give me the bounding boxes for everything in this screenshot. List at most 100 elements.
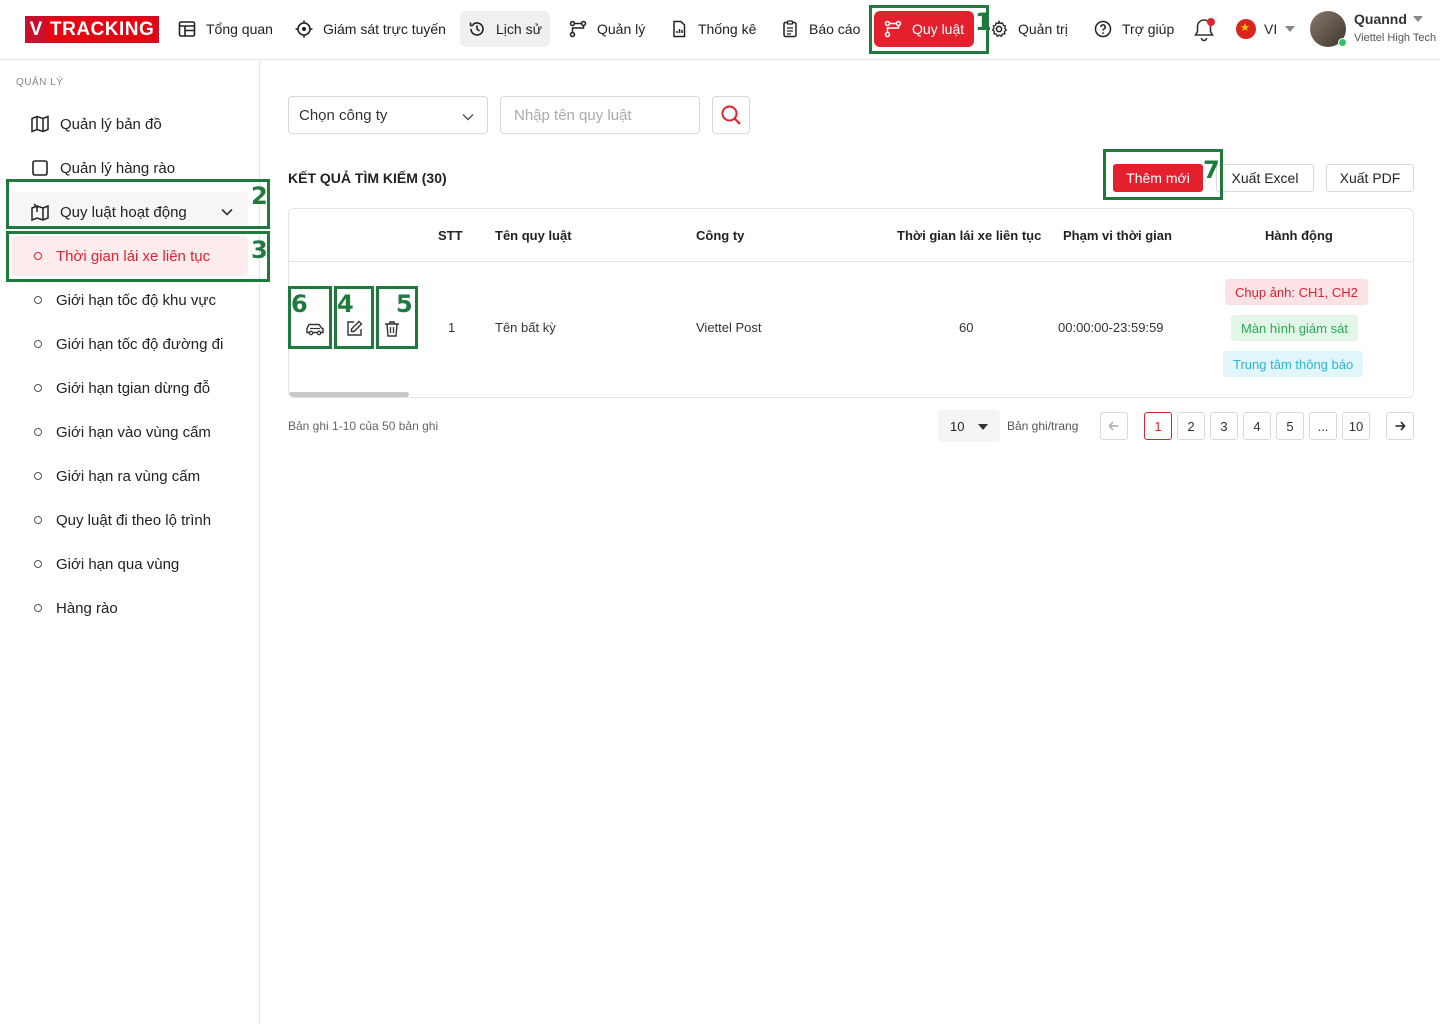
nav-thong-ke[interactable]: Thống kê: [662, 11, 764, 47]
sidebar-item-quan-ly-ban-do[interactable]: Quản lý bản đồ: [12, 104, 248, 144]
sidebar-sub-item[interactable]: Quy luật đi theo lộ trình: [12, 500, 248, 540]
chart-file-icon: [673, 20, 686, 38]
sidebar-sub-item[interactable]: Giới hạn qua vùng: [12, 544, 248, 584]
annotation-number-6: 6: [291, 290, 308, 318]
bullet-icon: [34, 384, 42, 392]
sidebar-sub-item[interactable]: Giới hạn ra vùng cấm: [12, 456, 248, 496]
rule-name-input[interactable]: [500, 96, 700, 134]
user-name: Quannd: [1354, 11, 1407, 27]
user-menu[interactable]: Quannd Viettel High Tech: [1310, 11, 1436, 47]
annotation-number-7: 7: [1203, 156, 1220, 184]
nav-tong-quan[interactable]: Tổng quan: [170, 11, 281, 47]
nav-lich-su[interactable]: Lịch sử: [460, 11, 550, 47]
page-button-5[interactable]: 5: [1276, 412, 1304, 440]
annotation-number-3: 3: [251, 236, 268, 264]
sidebar-sub-item[interactable]: Giới hạn tốc độ khu vực: [12, 280, 248, 320]
bullet-icon: [34, 252, 42, 260]
search-button[interactable]: [712, 96, 750, 134]
nav-tro-giup[interactable]: Trợ giúp: [1086, 11, 1182, 47]
dashboard-icon: [178, 21, 196, 37]
sidebar-sub-item[interactable]: Giới hạn tốc độ đường đi: [12, 324, 248, 364]
rules-table: STT Tên quy luật Công ty Thời gian lái x…: [288, 208, 1414, 398]
column-header-pham-vi-thoi-gian: Phạm vi thời gian: [1063, 228, 1172, 243]
chevron-down-icon: [1412, 16, 1423, 22]
action-tag-man-hinh: Màn hình giám sát: [1231, 315, 1358, 341]
chevron-down-icon: [462, 113, 474, 121]
page-button-1[interactable]: 1: [1144, 412, 1172, 440]
page-button-2[interactable]: 2: [1177, 412, 1205, 440]
page-button-10[interactable]: 10: [1342, 412, 1370, 440]
column-header-stt: STT: [438, 228, 463, 243]
vehicle-icon[interactable]: [305, 319, 325, 339]
cell-continuous-time: 60: [959, 320, 974, 335]
route-icon: [884, 20, 902, 38]
column-header-thoi-gian-lai-xe: Thời gian lái xe liên tục: [897, 228, 1042, 243]
nav-bao-cao[interactable]: Báo cáo: [773, 11, 868, 47]
map-icon: [31, 115, 49, 133]
nav-giam-sat[interactable]: Giám sát trực tuyến: [287, 11, 454, 47]
gear-icon: [991, 20, 1008, 38]
annotation-number-1: 1: [975, 8, 992, 36]
annotation-number-5: 5: [396, 290, 413, 318]
clipboard-icon: [783, 20, 797, 38]
export-excel-button[interactable]: Xuất Excel: [1216, 164, 1314, 192]
pagination-info: Bản ghi 1-10 của 50 bản ghi: [288, 419, 439, 433]
notification-bell-icon[interactable]: [1192, 17, 1216, 43]
add-new-button[interactable]: Thêm mới: [1113, 164, 1203, 192]
annotation-number-4: 4: [337, 290, 354, 318]
per-page-select[interactable]: 10: [938, 410, 1000, 442]
per-page-label: Bản ghi/trang: [1007, 419, 1079, 433]
action-tag-trung-tam: Trung tâm thông báo: [1223, 351, 1364, 377]
bullet-icon: [34, 296, 42, 304]
sidebar-sub-item[interactable]: Hàng rào: [12, 588, 248, 628]
sidebar: QUẢN LÝ Quản lý bản đồ Quản lý hàng rào …: [0, 61, 260, 1024]
vietnam-flag-icon: [1236, 19, 1256, 39]
sidebar-sub-item-thoi-gian-lai-xe[interactable]: Thời gian lái xe liên tục: [12, 236, 248, 276]
horizontal-scrollbar[interactable]: [289, 392, 409, 397]
language-selector[interactable]: VI: [1236, 19, 1296, 39]
square-icon: [32, 160, 48, 176]
column-header-cong-ty: Công ty: [696, 228, 745, 243]
avatar: [1310, 11, 1347, 47]
column-header-ten-quy-luat: Tên quy luật: [495, 228, 572, 243]
sidebar-sub-item[interactable]: Giới hạn tgian dừng đỗ: [12, 368, 248, 408]
export-pdf-button[interactable]: Xuất PDF: [1326, 164, 1414, 192]
column-header-hanh-dong: Hành động: [1265, 228, 1333, 243]
history-icon: [469, 22, 484, 36]
chevron-down-icon: [978, 424, 988, 430]
bullet-icon: [34, 340, 42, 348]
nav-quan-tri[interactable]: Quản trị: [982, 11, 1076, 47]
arrow-left-icon: [1108, 421, 1119, 431]
vtracking-logo[interactable]: V TRACKING: [25, 16, 160, 43]
nav-quy-luat[interactable]: Quy luật: [874, 11, 975, 47]
results-title: KẾT QUẢ TÌM KIẾM (30): [288, 170, 447, 186]
annotation-number-2: 2: [251, 182, 268, 210]
page-button-3[interactable]: 3: [1210, 412, 1238, 440]
nav-quan-ly[interactable]: Quản lý: [561, 11, 653, 47]
search-icon: [721, 105, 741, 125]
edit-icon[interactable]: [344, 319, 364, 339]
trash-icon[interactable]: [382, 319, 402, 339]
next-page-button[interactable]: [1386, 412, 1414, 440]
notification-dot: [1207, 18, 1215, 26]
company-select[interactable]: Chọn công ty: [288, 96, 488, 134]
bullet-icon: [34, 516, 42, 524]
page-ellipsis[interactable]: ...: [1309, 412, 1337, 440]
route-icon: [569, 20, 587, 38]
prev-page-button[interactable]: [1100, 412, 1128, 440]
crosshair-icon: [295, 20, 313, 38]
sidebar-item-quan-ly-hang-rao[interactable]: Quản lý hàng rào: [12, 148, 248, 188]
cell-time-range: 00:00:00-23:59:59: [1058, 320, 1164, 335]
page-button-4[interactable]: 4: [1243, 412, 1271, 440]
top-navigation-bar: V TRACKING Tổng quan Giám sát trực tuyến…: [0, 0, 1440, 60]
bullet-icon: [34, 604, 42, 612]
sidebar-item-quy-luat-hoat-dong[interactable]: Quy luật hoạt động: [12, 192, 248, 232]
chevron-down-icon: [221, 208, 233, 216]
online-status-dot: [1338, 38, 1347, 47]
bullet-icon: [34, 472, 42, 480]
action-tag-chup-anh: Chụp ảnh: CH1, CH2: [1225, 279, 1368, 305]
sidebar-section-title: QUẢN LÝ: [16, 77, 64, 88]
sidebar-sub-item[interactable]: Giới hạn vào vùng cấm: [12, 412, 248, 452]
user-organization: Viettel High Tech: [1354, 32, 1437, 44]
chevron-down-icon: [1285, 26, 1296, 32]
